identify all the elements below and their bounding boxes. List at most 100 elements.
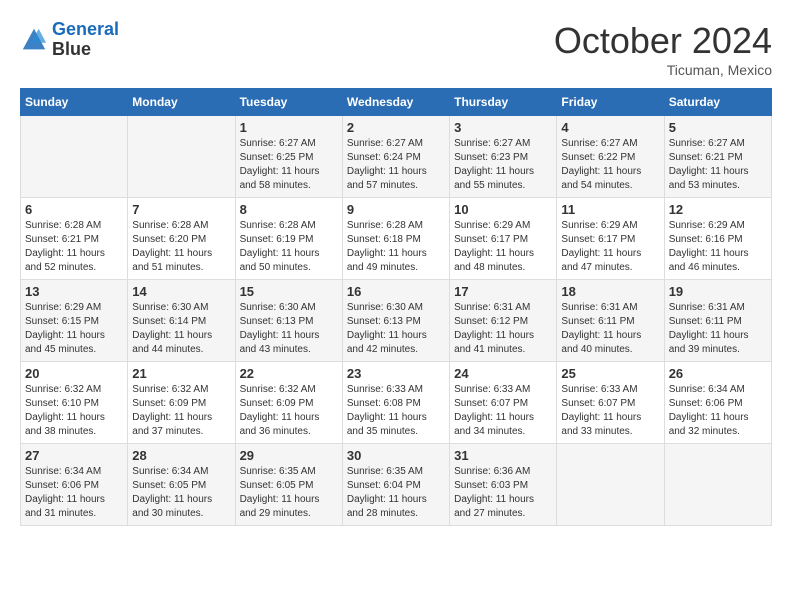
day-number: 17 xyxy=(454,284,552,299)
weekday-header-tuesday: Tuesday xyxy=(235,89,342,116)
calendar-cell: 8Sunrise: 6:28 AM Sunset: 6:19 PM Daylig… xyxy=(235,198,342,280)
day-info: Sunrise: 6:34 AM Sunset: 6:06 PM Dayligh… xyxy=(25,465,123,521)
calendar-cell: 1Sunrise: 6:27 AM Sunset: 6:25 PM Daylig… xyxy=(235,116,342,198)
weekday-header-saturday: Saturday xyxy=(664,89,771,116)
weekday-header-friday: Friday xyxy=(557,89,664,116)
calendar-cell: 28 Sunrise: 6:34 AM Sunset: 6:05 PM Dayli… xyxy=(128,444,235,526)
day-info: Sunrise: 6:30 AM Sunset: 6:13 PM Dayligh… xyxy=(240,301,338,357)
weekday-header-monday: Monday xyxy=(128,89,235,116)
day-info: Sunrise: 6:31 AM Sunset: 6:12 PM Dayligh… xyxy=(454,301,552,357)
weekday-header-sunday: Sunday xyxy=(21,89,128,116)
day-number: 11 xyxy=(561,202,659,217)
calendar-cell: 4 Sunrise: 6:27 AM Sunset: 6:22 PM Daylig… xyxy=(557,116,664,198)
day-info: Sunrise: 6:29 AM Sunset: 6:17 PM Dayligh… xyxy=(561,219,659,275)
calendar-cell: 29Sunrise: 6:35 AM Sunset: 6:05 PM Dayli… xyxy=(235,444,342,526)
calendar-week-4: 20 Sunrise: 6:32 AM Sunset: 6:10 PM Dayli… xyxy=(21,362,772,444)
day-info: Sunrise: 6:28 AM Sunset: 6:19 PM Dayligh… xyxy=(240,219,338,275)
day-number: 3 xyxy=(454,120,552,135)
calendar-cell: 20 Sunrise: 6:32 AM Sunset: 6:10 PM Dayli… xyxy=(21,362,128,444)
day-info: Sunrise: 6:30 AM Sunset: 6:14 PM Dayligh… xyxy=(132,301,230,357)
day-number: 30 xyxy=(347,448,445,463)
calendar-cell: 31Sunrise: 6:36 AM Sunset: 6:03 PM Dayli… xyxy=(450,444,557,526)
calendar-week-3: 13 Sunrise: 6:29 AM Sunset: 6:15 PM Dayli… xyxy=(21,280,772,362)
calendar-body: 1Sunrise: 6:27 AM Sunset: 6:25 PM Daylig… xyxy=(21,116,772,526)
weekday-header-thursday: Thursday xyxy=(450,89,557,116)
calendar-cell: 17 Sunrise: 6:31 AM Sunset: 6:12 PM Dayli… xyxy=(450,280,557,362)
day-number: 7 xyxy=(132,202,230,217)
day-number: 19 xyxy=(669,284,767,299)
calendar-cell: 22 Sunrise: 6:32 AM Sunset: 6:09 PM Dayli… xyxy=(235,362,342,444)
day-info: Sunrise: 6:31 AM Sunset: 6:11 PM Dayligh… xyxy=(561,301,659,357)
logo-text: General Blue xyxy=(52,20,119,60)
day-info: Sunrise: 6:36 AM Sunset: 6:03 PM Dayligh… xyxy=(454,465,552,521)
day-number: 4 xyxy=(561,120,659,135)
day-info: Sunrise: 6:29 AM Sunset: 6:16 PM Dayligh… xyxy=(669,219,767,275)
day-info: Sunrise: 6:33 AM Sunset: 6:07 PM Dayligh… xyxy=(454,383,552,439)
day-number: 16 xyxy=(347,284,445,299)
calendar-cell: 7 Sunrise: 6:28 AM Sunset: 6:20 PM Daylig… xyxy=(128,198,235,280)
day-number: 28 xyxy=(132,448,230,463)
calendar-cell: 5Sunrise: 6:27 AM Sunset: 6:21 PM Daylig… xyxy=(664,116,771,198)
logo-line2: Blue xyxy=(52,40,119,60)
day-number: 13 xyxy=(25,284,123,299)
page-header: General Blue October 2024 Ticuman, Mexic… xyxy=(20,20,772,78)
day-number: 23 xyxy=(347,366,445,381)
day-number: 10 xyxy=(454,202,552,217)
day-info: Sunrise: 6:28 AM Sunset: 6:20 PM Dayligh… xyxy=(132,219,230,275)
day-number: 25 xyxy=(561,366,659,381)
day-number: 22 xyxy=(240,366,338,381)
day-number: 20 xyxy=(25,366,123,381)
day-number: 12 xyxy=(669,202,767,217)
month-title: October 2024 xyxy=(554,20,772,62)
day-info: Sunrise: 6:30 AM Sunset: 6:13 PM Dayligh… xyxy=(347,301,445,357)
day-info: Sunrise: 6:27 AM Sunset: 6:21 PM Dayligh… xyxy=(669,137,767,193)
calendar-cell: 11 Sunrise: 6:29 AM Sunset: 6:17 PM Dayli… xyxy=(557,198,664,280)
day-number: 18 xyxy=(561,284,659,299)
calendar-week-5: 27 Sunrise: 6:34 AM Sunset: 6:06 PM Dayli… xyxy=(21,444,772,526)
day-info: Sunrise: 6:28 AM Sunset: 6:21 PM Dayligh… xyxy=(25,219,123,275)
day-info: Sunrise: 6:27 AM Sunset: 6:23 PM Dayligh… xyxy=(454,137,552,193)
logo-icon xyxy=(20,26,48,54)
calendar-cell: 23 Sunrise: 6:33 AM Sunset: 6:08 PM Dayli… xyxy=(342,362,449,444)
day-info: Sunrise: 6:34 AM Sunset: 6:06 PM Dayligh… xyxy=(669,383,767,439)
calendar-cell: 21Sunrise: 6:32 AM Sunset: 6:09 PM Dayli… xyxy=(128,362,235,444)
day-info: Sunrise: 6:34 AM Sunset: 6:05 PM Dayligh… xyxy=(132,465,230,521)
calendar-cell: 3 Sunrise: 6:27 AM Sunset: 6:23 PM Daylig… xyxy=(450,116,557,198)
title-block: October 2024 Ticuman, Mexico xyxy=(554,20,772,78)
day-info: Sunrise: 6:33 AM Sunset: 6:07 PM Dayligh… xyxy=(561,383,659,439)
calendar-cell xyxy=(21,116,128,198)
location: Ticuman, Mexico xyxy=(554,62,772,78)
calendar-table: SundayMondayTuesdayWednesdayThursdayFrid… xyxy=(20,88,772,526)
day-number: 21 xyxy=(132,366,230,381)
calendar-cell: 15 Sunrise: 6:30 AM Sunset: 6:13 PM Dayli… xyxy=(235,280,342,362)
day-info: Sunrise: 6:27 AM Sunset: 6:22 PM Dayligh… xyxy=(561,137,659,193)
calendar-cell xyxy=(664,444,771,526)
day-number: 15 xyxy=(240,284,338,299)
calendar-cell: 24 Sunrise: 6:33 AM Sunset: 6:07 PM Dayli… xyxy=(450,362,557,444)
calendar-cell: 9 Sunrise: 6:28 AM Sunset: 6:18 PM Daylig… xyxy=(342,198,449,280)
day-info: Sunrise: 6:33 AM Sunset: 6:08 PM Dayligh… xyxy=(347,383,445,439)
calendar-cell: 27 Sunrise: 6:34 AM Sunset: 6:06 PM Dayli… xyxy=(21,444,128,526)
day-info: Sunrise: 6:27 AM Sunset: 6:24 PM Dayligh… xyxy=(347,137,445,193)
day-number: 24 xyxy=(454,366,552,381)
day-number: 14 xyxy=(132,284,230,299)
day-number: 9 xyxy=(347,202,445,217)
calendar-cell: 26 Sunrise: 6:34 AM Sunset: 6:06 PM Dayli… xyxy=(664,362,771,444)
day-info: Sunrise: 6:28 AM Sunset: 6:18 PM Dayligh… xyxy=(347,219,445,275)
day-info: Sunrise: 6:29 AM Sunset: 6:17 PM Dayligh… xyxy=(454,219,552,275)
day-info: Sunrise: 6:31 AM Sunset: 6:11 PM Dayligh… xyxy=(669,301,767,357)
day-info: Sunrise: 6:29 AM Sunset: 6:15 PM Dayligh… xyxy=(25,301,123,357)
logo: General Blue xyxy=(20,20,119,60)
calendar-cell: 2Sunrise: 6:27 AM Sunset: 6:24 PM Daylig… xyxy=(342,116,449,198)
day-number: 26 xyxy=(669,366,767,381)
calendar-cell: 12 Sunrise: 6:29 AM Sunset: 6:16 PM Dayli… xyxy=(664,198,771,280)
day-number: 29 xyxy=(240,448,338,463)
day-info: Sunrise: 6:32 AM Sunset: 6:09 PM Dayligh… xyxy=(240,383,338,439)
day-info: Sunrise: 6:27 AM Sunset: 6:25 PM Dayligh… xyxy=(240,137,338,193)
day-number: 27 xyxy=(25,448,123,463)
calendar-cell: 25 Sunrise: 6:33 AM Sunset: 6:07 PM Dayli… xyxy=(557,362,664,444)
day-info: Sunrise: 6:32 AM Sunset: 6:10 PM Dayligh… xyxy=(25,383,123,439)
calendar-cell: 18 Sunrise: 6:31 AM Sunset: 6:11 PM Dayli… xyxy=(557,280,664,362)
calendar-cell: 19 Sunrise: 6:31 AM Sunset: 6:11 PM Dayli… xyxy=(664,280,771,362)
calendar-cell xyxy=(557,444,664,526)
